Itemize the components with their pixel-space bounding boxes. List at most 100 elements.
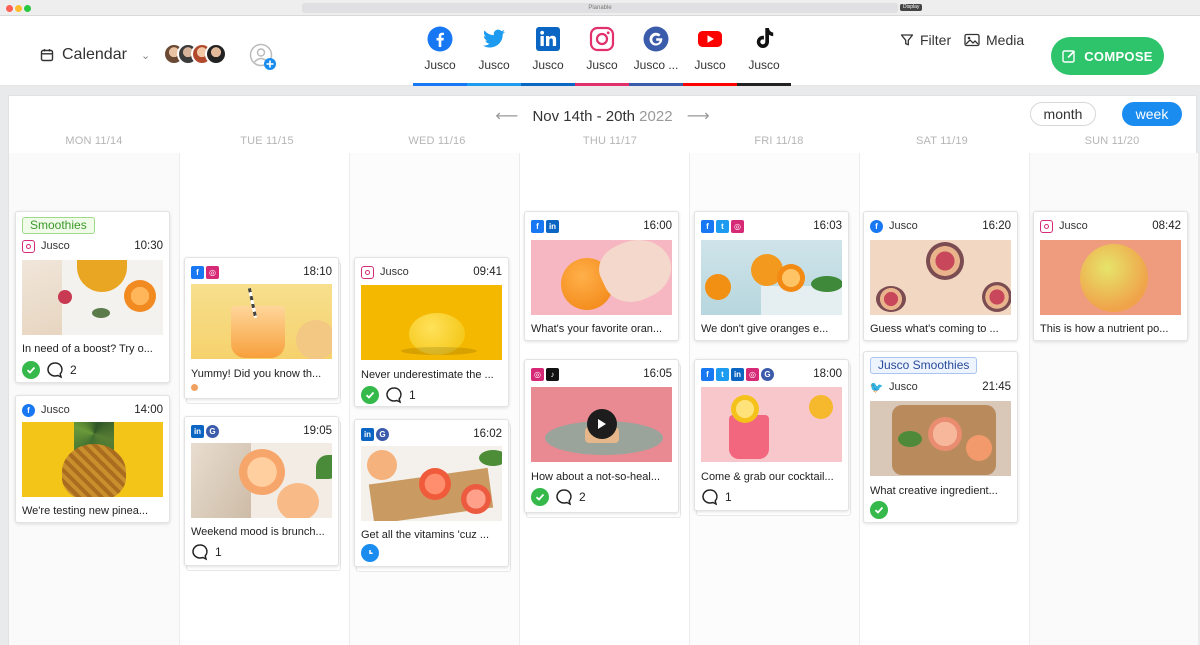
comment-count: 1 <box>725 490 732 504</box>
network-tab-twitter[interactable]: Jusco <box>467 16 521 86</box>
post-image <box>701 387 842 462</box>
post-header: Jusco 10:30 <box>22 238 163 254</box>
post-card[interactable]: Smoothies Jusco 10:30 In need of a boost… <box>15 211 170 383</box>
close-window-icon[interactable] <box>6 5 13 12</box>
network-tab-facebook[interactable]: Jusco <box>413 16 467 86</box>
previous-week-arrow-icon[interactable]: ⟵ <box>495 108 518 125</box>
network-indicator <box>737 83 791 86</box>
post-image <box>531 387 672 462</box>
post-card[interactable]: Jusco 09:41 Never underestimate the ... … <box>354 257 509 407</box>
compose-icon <box>1062 50 1076 63</box>
post-label-tag[interactable]: Smoothies <box>22 217 95 234</box>
day-header: FRI 11/18 <box>754 135 804 147</box>
tiktok-icon <box>756 28 774 48</box>
date-range-label: Nov 14th - 20th <box>532 108 635 125</box>
network-label: Jusco <box>424 58 456 72</box>
network-label: Jusco <box>586 58 618 72</box>
image-shape <box>731 395 759 423</box>
facebook-icon: f <box>531 219 544 233</box>
team-avatars[interactable] <box>163 43 227 65</box>
google-icon: G <box>206 424 219 438</box>
post-card[interactable]: f Jusco 14:00 We're testing new pinea... <box>15 395 170 523</box>
post-status <box>361 544 379 562</box>
post-card[interactable]: f Jusco 16:20 Guess what's coming to ... <box>863 211 1018 341</box>
image-shape <box>1080 244 1148 312</box>
comment-bubble-icon[interactable] <box>701 488 719 506</box>
post-card[interactable]: f in 16:00 What's your favorite oran... <box>524 211 679 341</box>
comment-bubble-icon[interactable] <box>385 386 403 404</box>
next-week-arrow-icon[interactable]: ⟶ <box>687 108 710 125</box>
post-status: 1 <box>361 386 416 404</box>
network-tab-linkedin[interactable]: Jusco <box>521 16 575 86</box>
post-header: Jusco 08:42 <box>1040 218 1181 234</box>
image-shape <box>811 276 842 292</box>
instagram-icon: ◎ <box>746 367 759 381</box>
image-shape <box>479 450 502 466</box>
post-card[interactable]: in G 16:02 Get all the vitamins 'cuz ... <box>354 419 509 567</box>
comment-count: 2 <box>579 490 586 504</box>
compose-label: COMPOSE <box>1084 48 1153 64</box>
post-caption: In need of a boost? Try o... <box>22 343 153 355</box>
post-caption: Guess what's coming to ... <box>870 323 999 335</box>
google-icon: G <box>376 427 389 441</box>
post-label-tag[interactable]: Jusco Smoothies <box>870 357 978 374</box>
image-shape <box>277 483 319 518</box>
media-icon <box>964 33 980 47</box>
linkedin-icon <box>536 27 560 51</box>
column-divider <box>349 153 350 645</box>
network-tab-google[interactable]: Jusco ... <box>629 16 683 86</box>
avatar[interactable] <box>205 43 227 65</box>
image-shape <box>705 274 731 300</box>
facebook-icon: f <box>701 367 714 381</box>
post-card[interactable]: in G 19:05 Weekend mood is brunch... 1 <box>184 416 339 566</box>
calendar-icon <box>40 49 54 62</box>
comment-bubble-icon[interactable] <box>46 361 64 379</box>
twitter-icon <box>483 29 505 48</box>
image-shape <box>77 260 127 292</box>
network-filter-bar: Jusco Jusco Jusco Jusco Jusco ... Jusco … <box>413 16 791 86</box>
post-caption: Come & grab our cocktail... <box>701 471 834 483</box>
post-caption: Get all the vitamins 'cuz ... <box>361 529 490 541</box>
post-caption: Weekend mood is brunch... <box>191 526 325 538</box>
month-view-button[interactable]: month <box>1030 102 1096 126</box>
post-card[interactable]: Jusco 08:42 This is how a nutrient po... <box>1033 211 1188 341</box>
post-time: 10:30 <box>134 240 163 252</box>
post-time: 18:00 <box>813 368 842 380</box>
week-view-button[interactable]: week <box>1122 102 1182 126</box>
comment-count: 1 <box>409 388 416 402</box>
comment-bubble-icon[interactable] <box>191 543 209 561</box>
youtube-icon <box>698 31 722 47</box>
post-header: f t in ◎ G 18:00 <box>701 366 842 382</box>
address-bar[interactable]: Planable <box>302 3 898 13</box>
add-user-icon[interactable] <box>249 43 277 71</box>
post-time: 21:45 <box>982 381 1011 393</box>
minimize-window-icon[interactable] <box>15 5 22 12</box>
network-indicator <box>575 83 629 86</box>
network-tab-youtube[interactable]: Jusco <box>683 16 737 86</box>
post-card[interactable]: ◎ ♪ 16:05 How about a not-so-heal... 2 <box>524 359 679 513</box>
play-button-icon[interactable] <box>587 409 617 439</box>
network-label: Jusco ... <box>633 58 679 72</box>
image-shape <box>296 320 332 359</box>
post-image <box>531 240 672 315</box>
post-card[interactable]: f ◎ 18:10 Yummy! Did you know th... <box>184 257 339 399</box>
filter-button[interactable]: Filter <box>900 32 951 48</box>
post-card[interactable]: f t in ◎ G 18:00 Come & grab our cocktai… <box>694 359 849 511</box>
post-card[interactable]: Jusco Smoothies 🐦 Jusco 21:45 What creat… <box>863 351 1018 523</box>
network-tab-tiktok[interactable]: Jusco <box>737 16 791 86</box>
comment-bubble-icon[interactable] <box>555 488 573 506</box>
post-image <box>191 443 332 518</box>
network-indicator <box>629 83 683 86</box>
post-image <box>22 260 163 335</box>
approved-check-icon <box>531 488 549 506</box>
column-divider <box>519 153 520 645</box>
compose-button[interactable]: COMPOSE <box>1051 37 1164 75</box>
post-card[interactable]: f t ◎ 16:03 We don't give oranges e... <box>694 211 849 341</box>
network-tab-instagram[interactable]: Jusco <box>575 16 629 86</box>
zoom-window-icon[interactable] <box>24 5 31 12</box>
media-button[interactable]: Media <box>964 32 1024 48</box>
instagram-icon <box>22 239 35 253</box>
post-image <box>191 284 332 359</box>
calendar-view-selector[interactable]: Calendar ⌄ <box>40 46 150 64</box>
post-header: 🐦 Jusco 21:45 <box>870 379 1011 395</box>
